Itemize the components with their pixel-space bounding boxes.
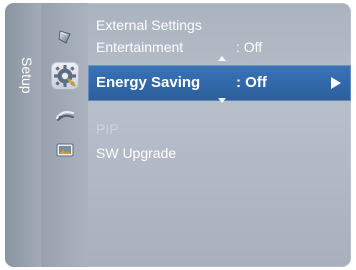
scroll-down-arrow-icon [218,98,226,103]
menu-item-external-settings[interactable]: External Settings [88,15,351,35]
input-menu-icon[interactable] [54,105,76,127]
setup-menu-list: External Settings Entertainment : Off En… [88,3,351,267]
menu-item-sw-upgrade[interactable]: SW Upgrade [88,143,351,163]
setup-gear-icon[interactable] [50,62,79,90]
application-menu-icon[interactable] [54,139,76,161]
picture-menu-icon[interactable] [54,25,76,47]
menu-item-label: External Settings [96,17,202,33]
menu-item-value: : Off [236,74,267,91]
setup-tab-label: Setup [19,57,35,94]
menu-item-label: Entertainment [96,39,184,55]
menu-icon-column [41,3,126,267]
menu-item-energy-saving[interactable]: Energy Saving : Off [88,69,351,97]
submenu-arrow-icon[interactable] [331,77,341,89]
menu-item-label: PIP [96,121,119,137]
menu-item-value: : Off [236,39,263,55]
scroll-up-arrow-icon [218,56,226,61]
menu-item-label: SW Upgrade [96,145,177,161]
tv-osd-screen: Setup External Settings Entertainment: … [0,0,356,270]
setup-menu-panel: Setup External Settings Entertainment: … [5,3,351,267]
setup-side-tab: Setup [5,3,41,267]
menu-item-entertainment[interactable]: Entertainment : Off [88,37,351,57]
menu-item-pip: PIP [88,119,351,139]
menu-item-label: Energy Saving [96,74,201,91]
